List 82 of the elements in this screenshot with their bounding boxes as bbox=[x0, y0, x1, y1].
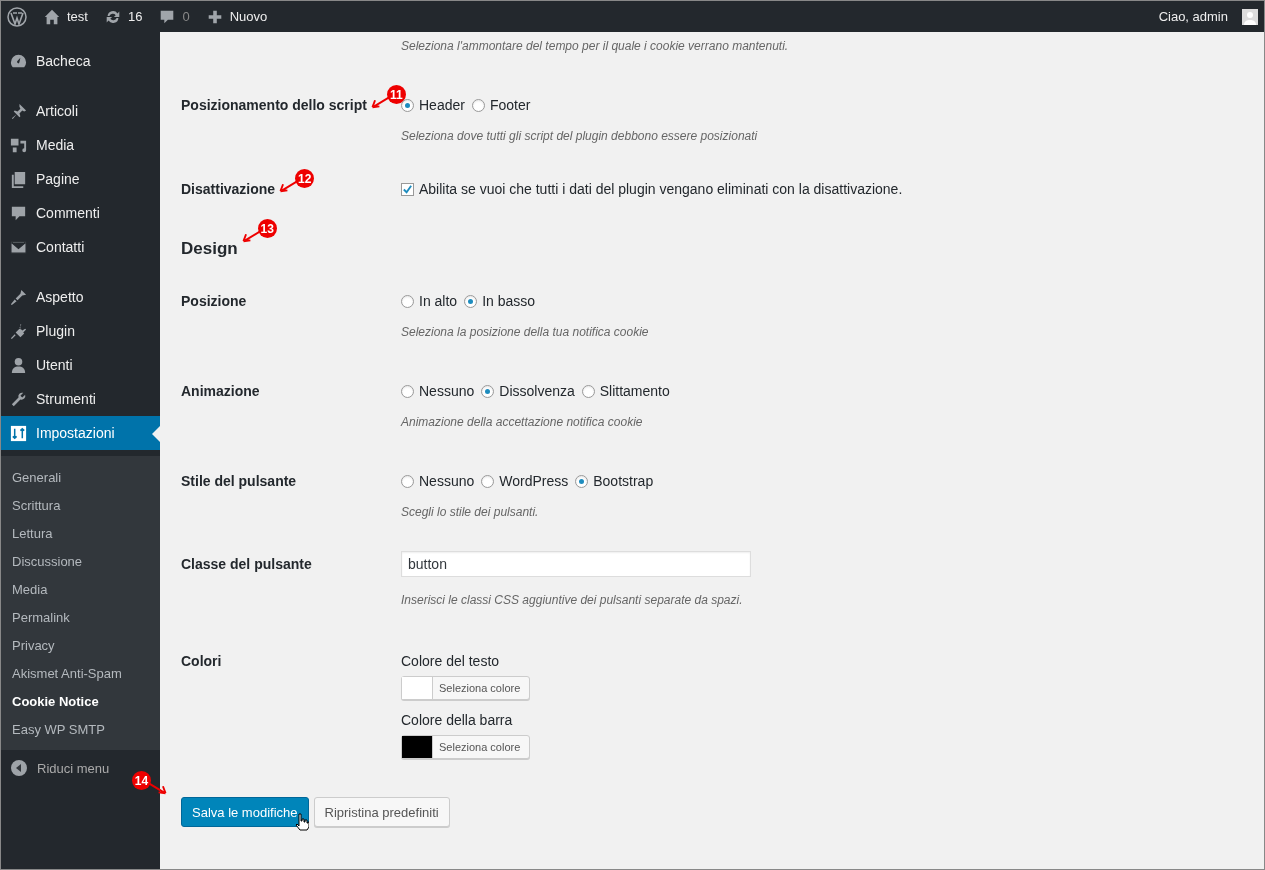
radio-button[interactable] bbox=[481, 384, 495, 398]
field-label: Disattivazione bbox=[181, 181, 276, 197]
site-link[interactable]: test bbox=[43, 7, 88, 26]
color-picker-button[interactable]: Seleziona colore bbox=[401, 676, 530, 700]
radio-button[interactable] bbox=[481, 474, 495, 488]
submenu-item[interactable]: Scrittura bbox=[1, 492, 160, 520]
menu-item[interactable]: Contatti bbox=[1, 230, 160, 264]
field-description: Seleziona la posizione della tua notifica cookie bbox=[401, 325, 650, 339]
section-heading: Design bbox=[181, 239, 238, 259]
menu-item[interactable]: Commenti bbox=[1, 196, 160, 230]
checkbox[interactable] bbox=[401, 182, 414, 196]
color-label: Colore del testo bbox=[401, 653, 501, 669]
avatar-icon bbox=[1242, 8, 1258, 25]
plug-icon bbox=[9, 321, 28, 341]
menu-item[interactable]: Bacheca bbox=[1, 44, 160, 78]
reset-button[interactable]: Ripristina predefiniti bbox=[313, 797, 450, 827]
menu-item[interactable]: Media bbox=[1, 128, 160, 162]
callout-badge: 11 bbox=[386, 85, 406, 104]
updates-link[interactable]: 16 bbox=[103, 7, 143, 26]
account-link[interactable]: Ciao, admin bbox=[1158, 8, 1258, 25]
radio-option[interactable]: In alto bbox=[401, 293, 458, 309]
field-label: Animazione bbox=[181, 383, 260, 399]
radio-button[interactable] bbox=[575, 474, 589, 488]
menu-item[interactable]: Aspetto bbox=[1, 280, 160, 314]
radio-button[interactable] bbox=[471, 98, 485, 112]
radio-button[interactable] bbox=[401, 384, 414, 398]
radio-button[interactable] bbox=[581, 384, 595, 398]
radio-button[interactable] bbox=[401, 294, 414, 308]
user-icon bbox=[9, 355, 28, 375]
color-label: Colore della barra bbox=[401, 712, 514, 728]
wordpress-logo-icon[interactable] bbox=[7, 6, 27, 27]
menu-item[interactable]: Articoli bbox=[1, 94, 160, 128]
radio-option[interactable]: Slittamento bbox=[581, 383, 670, 399]
radio-button[interactable] bbox=[401, 474, 414, 488]
radio-option[interactable]: In basso bbox=[464, 293, 536, 309]
radio-option[interactable]: Bootstrap bbox=[575, 473, 654, 489]
radio-option[interactable]: Footer bbox=[471, 97, 531, 113]
field-label: Posizionamento dello script bbox=[181, 97, 367, 113]
radio-button[interactable] bbox=[401, 98, 414, 112]
text-field[interactable]: button bbox=[401, 551, 751, 577]
pages-icon bbox=[9, 169, 28, 189]
submenu-item[interactable]: Media bbox=[1, 576, 160, 604]
brush-icon bbox=[9, 287, 28, 307]
callout-badge: 12 bbox=[295, 169, 315, 188]
radio-option[interactable]: Dissolvenza bbox=[481, 383, 575, 399]
field-label: Stile del pulsante bbox=[181, 473, 297, 489]
field-label: Posizione bbox=[181, 293, 247, 309]
radio-option[interactable]: Nessuno bbox=[401, 383, 475, 399]
menu-item[interactable]: Plugin bbox=[1, 314, 160, 348]
field-label: Classe del pulsante bbox=[181, 556, 312, 572]
submenu-item[interactable]: Lettura bbox=[1, 520, 160, 548]
checkbox-option[interactable]: Abilita se vuoi che tutti i dati del plugin vengano eliminati con la disattivazione. bbox=[401, 181, 903, 197]
comments-link[interactable]: 0 bbox=[158, 7, 190, 26]
submenu-item[interactable]: Privacy bbox=[1, 632, 160, 660]
submenu-item[interactable]: Akismet Anti-Spam bbox=[1, 660, 160, 688]
submenu-item[interactable]: Generali bbox=[1, 464, 160, 492]
field-description: Seleziona dove tutti gli script del plugin debbono essere posizionati bbox=[401, 129, 759, 143]
menu-item[interactable]: Pagine bbox=[1, 162, 160, 196]
submenu-item[interactable]: Discussione bbox=[1, 548, 160, 576]
submenu-item[interactable]: Cookie Notice bbox=[1, 688, 160, 716]
menu-item[interactable]: Utenti bbox=[1, 348, 160, 382]
new-link[interactable]: Nuovo bbox=[205, 7, 268, 26]
field-label: Colori bbox=[181, 653, 222, 669]
hand-cursor-icon bbox=[295, 813, 309, 831]
menu-item[interactable]: Strumenti bbox=[1, 382, 160, 416]
field-description: Scegli lo stile dei pulsanti. bbox=[401, 505, 540, 519]
submenu-item[interactable]: Easy WP SMTP bbox=[1, 716, 160, 744]
field-description: Inserisci le classi CSS aggiuntive dei pulsanti separate da spazi. bbox=[401, 593, 744, 607]
menu-item[interactable]: Impostazioni bbox=[1, 416, 160, 450]
settings-icon bbox=[9, 423, 28, 443]
field-description: Seleziona l'ammontare del tempo per il quale i cookie verrano mantenuti. bbox=[401, 39, 790, 53]
save-button[interactable]: Salva le modifiche bbox=[181, 797, 309, 827]
callout-badge: 13 bbox=[257, 219, 277, 238]
collapse-icon bbox=[11, 760, 27, 776]
submenu-item[interactable]: Permalink bbox=[1, 604, 160, 632]
color-picker-button[interactable]: Seleziona colore bbox=[401, 735, 530, 759]
home-icon bbox=[43, 7, 61, 26]
pushpin-icon bbox=[9, 101, 28, 121]
radio-option[interactable]: WordPress bbox=[481, 473, 569, 489]
field-description: Animazione della accettazione notifica cookie bbox=[401, 415, 644, 429]
radio-option[interactable]: Nessuno bbox=[401, 473, 475, 489]
radio-button[interactable] bbox=[464, 294, 478, 308]
